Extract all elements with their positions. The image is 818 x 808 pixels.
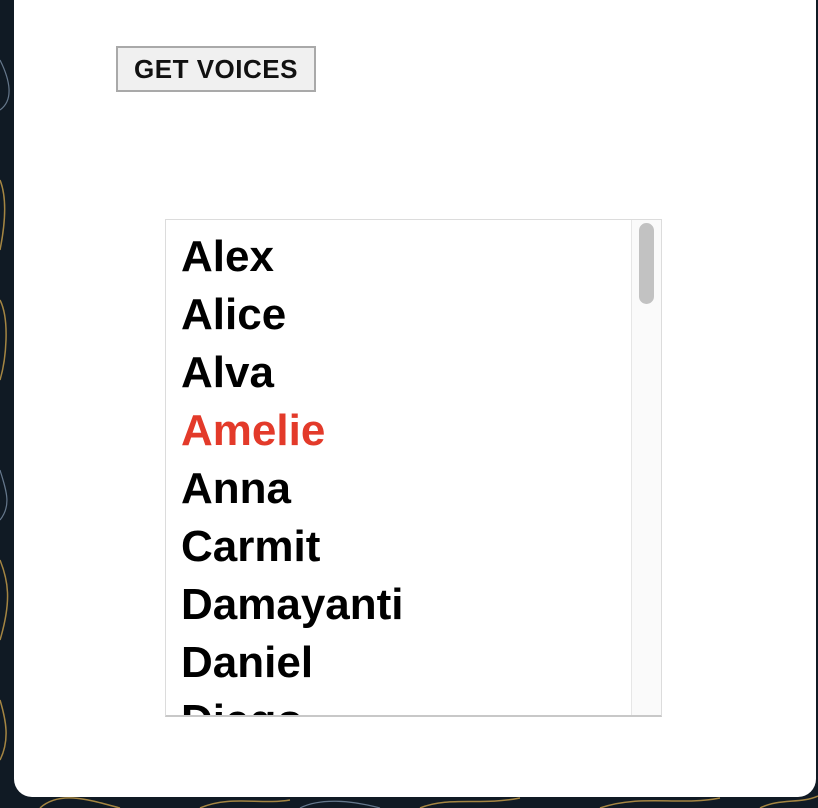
- voice-option[interactable]: Alva: [181, 344, 404, 402]
- voice-option[interactable]: Carmit: [181, 518, 404, 576]
- get-voices-button[interactable]: GET VOICES: [116, 46, 316, 92]
- voice-option[interactable]: Daniel: [181, 634, 404, 692]
- scrollbar-track[interactable]: [631, 220, 661, 715]
- voice-option-selected[interactable]: Amelie: [181, 402, 404, 460]
- voice-option[interactable]: Diego: [181, 692, 404, 715]
- voices-list: Alex Alice Alva Amelie Anna Carmit Damayanti Da…: [181, 228, 404, 715]
- voice-option[interactable]: Alex: [181, 228, 404, 286]
- voice-option[interactable]: Anna: [181, 460, 404, 518]
- voice-option[interactable]: Damayanti: [181, 576, 404, 634]
- scrollbar-thumb[interactable]: [639, 223, 654, 304]
- voice-option[interactable]: Alice: [181, 286, 404, 344]
- voices-listbox[interactable]: Alex Alice Alva Amelie Anna Carmit Damayanti Da…: [165, 219, 662, 717]
